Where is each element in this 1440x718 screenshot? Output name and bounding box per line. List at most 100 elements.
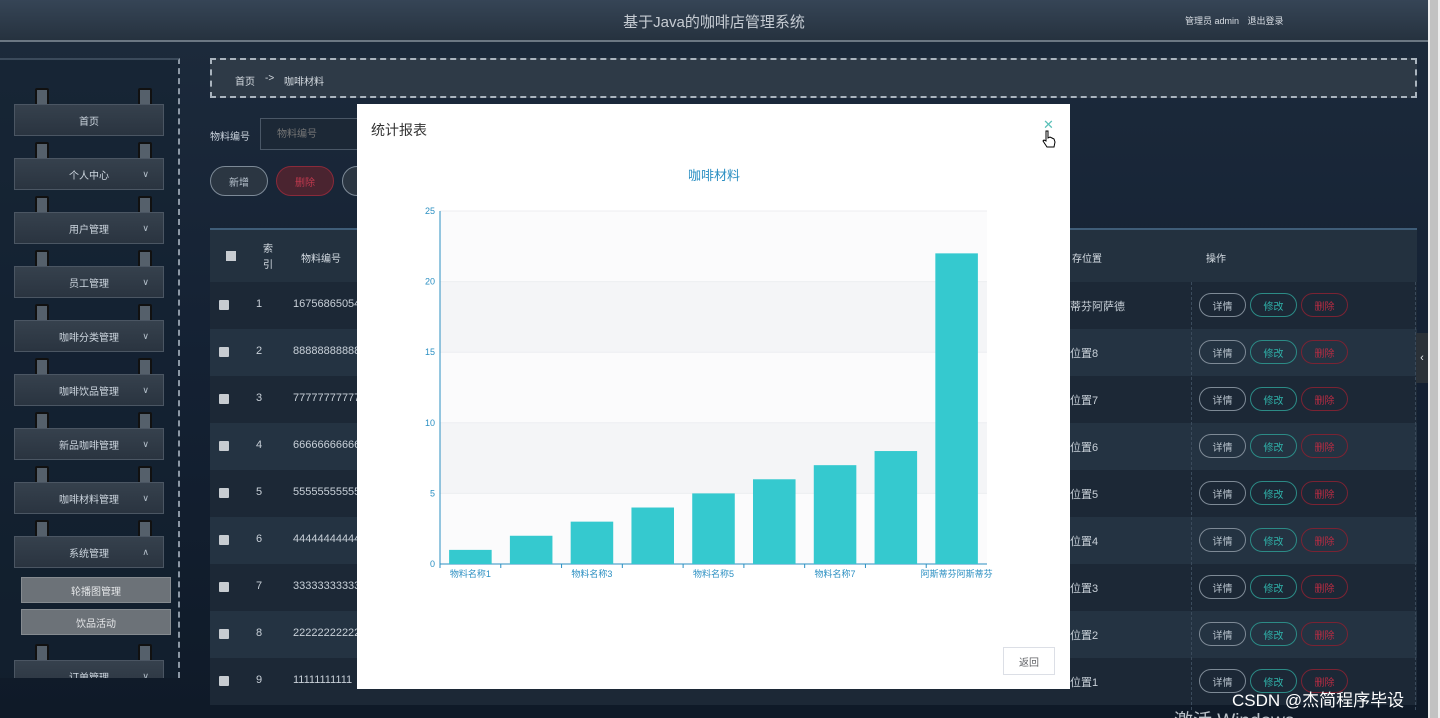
row-checkbox[interactable] <box>219 488 229 498</box>
detail-button[interactable]: 详情 <box>1199 575 1246 599</box>
grid-band <box>440 211 987 282</box>
y-tick-label: 5 <box>430 488 435 498</box>
detail-button[interactable]: 详情 <box>1199 622 1246 646</box>
sidebar-item-label: 系统管理 <box>69 548 109 560</box>
sidebar-item-users[interactable]: 用户管理 ∨ <box>14 212 164 244</box>
edit-button[interactable]: 修改 <box>1250 340 1297 364</box>
select-all-checkbox[interactable] <box>226 251 236 261</box>
remove-button[interactable]: 删除 <box>1301 575 1348 599</box>
chevron-up-icon: ∧ <box>142 547 149 557</box>
row-checkbox[interactable] <box>219 535 229 545</box>
edit-button[interactable]: 修改 <box>1250 575 1297 599</box>
row-checkbox[interactable] <box>219 441 229 451</box>
remove-button[interactable]: 删除 <box>1301 481 1348 505</box>
bar <box>813 465 857 564</box>
sidebar-item-new-coffee[interactable]: 新品咖啡管理 ∨ <box>14 428 164 460</box>
detail-button[interactable]: 详情 <box>1199 293 1246 317</box>
chevron-left-icon: ‹ <box>1420 352 1424 364</box>
sidebar-item-orders[interactable]: 订单管理 ∨ <box>14 660 164 678</box>
y-tick-label: 25 <box>425 206 435 216</box>
y-tick-label: 15 <box>425 347 435 357</box>
x-tick-label: 物料名称5 <box>693 568 734 579</box>
row-index: 1 <box>256 298 263 310</box>
sidebar-item-profile[interactable]: 个人中心 ∨ <box>14 158 164 190</box>
row-code: 88888888888 <box>293 345 357 357</box>
back-button[interactable]: 返回 <box>1003 647 1055 675</box>
row-code: 66666666666 <box>293 439 357 451</box>
detail-button[interactable]: 详情 <box>1199 434 1246 458</box>
breadcrumb-home[interactable]: 首页 <box>235 73 255 88</box>
row-index: 2 <box>256 345 263 357</box>
detail-button[interactable]: 详情 <box>1199 387 1246 411</box>
chevron-down-icon: ∨ <box>142 223 149 233</box>
sidebar-item-system[interactable]: 系统管理 ∧ <box>14 536 164 568</box>
y-tick-label: 10 <box>425 418 435 428</box>
sidebar-item-coffee-materials[interactable]: 咖啡材料管理 ∨ <box>14 482 164 514</box>
sidebar-item-label: 订单管理 <box>69 672 109 679</box>
delete-button[interactable]: 删除 <box>276 166 334 196</box>
grid-band <box>440 281 987 353</box>
row-checkbox[interactable] <box>219 300 229 310</box>
edit-button[interactable]: 修改 <box>1250 387 1297 411</box>
row-location: 位置2 <box>1070 630 1099 642</box>
row-index: 8 <box>256 627 263 639</box>
col-actions: 操作 <box>1206 254 1226 265</box>
row-checkbox[interactable] <box>219 582 229 592</box>
row-checkbox[interactable] <box>219 394 229 404</box>
sidebar-subitem-activities[interactable]: 饮品活动 <box>21 609 171 635</box>
sidebar-subitem-label: 饮品活动 <box>76 618 116 630</box>
grid-band <box>440 352 987 423</box>
edit-button[interactable]: 修改 <box>1250 481 1297 505</box>
row-location: 位置5 <box>1070 489 1099 501</box>
page-scrollbar[interactable] <box>1428 0 1440 718</box>
sidebar-item-coffee-drinks[interactable]: 咖啡饮品管理 ∨ <box>14 374 164 406</box>
col-code: 物料编号 <box>301 254 341 265</box>
chevron-down-icon: ∨ <box>142 493 149 503</box>
row-index: 7 <box>256 580 263 592</box>
edit-button[interactable]: 修改 <box>1250 434 1297 458</box>
sidebar-item-home[interactable]: 首页 <box>14 104 164 136</box>
remove-button[interactable]: 删除 <box>1301 528 1348 552</box>
chevron-down-icon: ∨ <box>142 671 149 678</box>
sidebar-subitem-carousel[interactable]: 轮播图管理 <box>21 577 171 603</box>
remove-button[interactable]: 删除 <box>1301 434 1348 458</box>
logout-link[interactable]: 退出登录 <box>1248 16 1284 26</box>
row-location: 位置8 <box>1070 348 1099 360</box>
remove-button[interactable]: 删除 <box>1301 293 1348 317</box>
remove-button[interactable]: 删除 <box>1301 387 1348 411</box>
collapse-tab[interactable]: ‹ <box>1416 333 1428 383</box>
breadcrumb-separator: -> <box>265 73 275 84</box>
row-code: 33333333333 <box>293 580 357 592</box>
edit-button[interactable]: 修改 <box>1250 622 1297 646</box>
user-area: 管理员 admin 退出登录 <box>1185 14 1290 27</box>
row-code: 11111111111 <box>293 674 353 686</box>
sidebar-item-staff[interactable]: 员工管理 ∨ <box>14 266 164 298</box>
edit-button[interactable]: 修改 <box>1250 528 1297 552</box>
row-code: 16756865054 <box>293 298 357 310</box>
breadcrumb-current: 咖啡材料 <box>284 77 324 88</box>
sidebar-item-label: 首页 <box>79 116 99 128</box>
detail-button[interactable]: 详情 <box>1199 528 1246 552</box>
chart-title: 咖啡材料 <box>688 168 740 183</box>
row-checkbox[interactable] <box>219 629 229 639</box>
row-index: 9 <box>256 674 263 686</box>
row-index: 6 <box>256 533 263 545</box>
detail-button[interactable]: 详情 <box>1199 340 1246 364</box>
activate-windows: 激活 Windows <box>1174 706 1294 718</box>
edit-button[interactable]: 修改 <box>1250 293 1297 317</box>
remove-button[interactable]: 删除 <box>1301 340 1348 364</box>
sidebar-item-label: 个人中心 <box>69 170 109 182</box>
column-divider <box>1191 282 1192 710</box>
remove-button[interactable]: 删除 <box>1301 622 1348 646</box>
x-tick-label: 阿斯蒂芬阿斯蒂芬 <box>921 568 993 579</box>
detail-button[interactable]: 详情 <box>1199 481 1246 505</box>
bar <box>631 507 674 564</box>
row-checkbox[interactable] <box>219 347 229 357</box>
chevron-down-icon: ∨ <box>142 277 149 287</box>
x-tick-label: 物料名称3 <box>571 568 612 579</box>
add-button[interactable]: 新增 <box>210 166 268 196</box>
chevron-down-icon: ∨ <box>142 439 149 449</box>
row-checkbox[interactable] <box>219 676 229 686</box>
sidebar-item-coffee-category[interactable]: 咖啡分类管理 ∨ <box>14 320 164 352</box>
scrollbar-thumb[interactable] <box>1430 0 1438 718</box>
